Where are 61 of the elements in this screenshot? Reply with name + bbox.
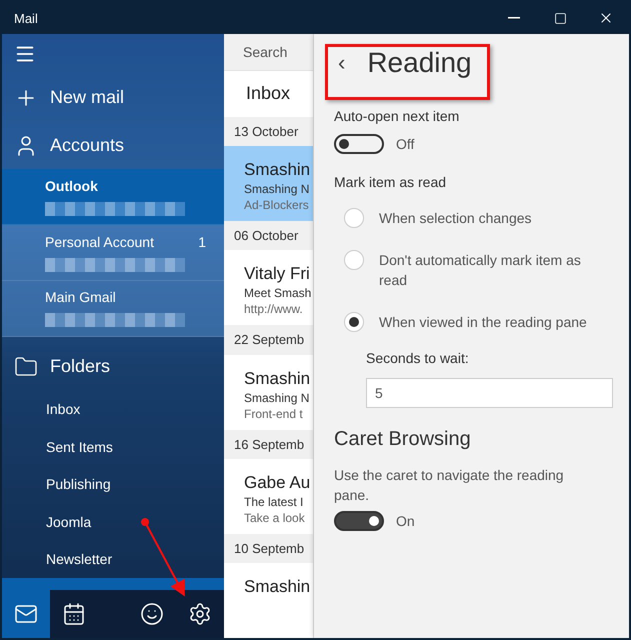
date-header: 06 October xyxy=(224,220,313,250)
message-sender: Smashin xyxy=(244,160,312,180)
mail-button[interactable] xyxy=(2,590,50,638)
message-sender: Gabe Au xyxy=(244,472,312,493)
smiley-icon xyxy=(140,602,164,626)
setting-label: Mark item as read xyxy=(334,174,448,190)
minimize-icon xyxy=(508,17,520,19)
toggle-switch[interactable] xyxy=(334,134,384,154)
settings-icon xyxy=(188,602,212,626)
message-sender: Vitaly Fri xyxy=(244,264,311,284)
message-sender: Smashin xyxy=(244,577,312,598)
folder-title: Inbox xyxy=(245,82,292,106)
panel-title: Reading xyxy=(367,47,472,79)
date-header: 10 Septemb xyxy=(224,534,313,564)
message-preview: Take a look xyxy=(244,510,306,525)
window-title: Mail xyxy=(14,10,39,26)
search-field[interactable]: Search xyxy=(224,34,313,72)
message-preview: Front-end t xyxy=(244,406,304,421)
unread-count: 1 xyxy=(198,234,206,250)
date-header: 16 Septemb xyxy=(224,430,313,459)
maximize-icon xyxy=(554,12,566,24)
message-subject: Smashing N xyxy=(244,182,310,196)
toggle-state: On xyxy=(396,513,415,529)
date-header: 22 Septemb xyxy=(224,325,313,355)
section-heading: Caret Browsing xyxy=(334,428,472,451)
radio-button[interactable] xyxy=(344,250,364,270)
account-item[interactable]: Outlook xyxy=(2,169,224,226)
calendar-icon xyxy=(62,602,86,626)
radio-label: When selection changes xyxy=(379,209,532,228)
radio-label: When viewed in the reading pane xyxy=(379,313,587,332)
folder-item[interactable]: Inbox xyxy=(2,390,224,428)
folder-item[interactable]: Newsletter xyxy=(2,540,224,578)
account-item[interactable]: Personal Account 1 xyxy=(2,225,224,281)
message-preview: Ad-Blockers xyxy=(244,198,310,212)
date-header: 13 October xyxy=(224,116,313,146)
toggle-state: Off xyxy=(396,136,414,152)
message-subject: Smashing N xyxy=(244,390,310,405)
account-name: Outlook xyxy=(45,178,98,194)
radio-button[interactable] xyxy=(344,312,364,332)
folders-label: Folders xyxy=(50,356,110,378)
setting-label: Auto-open next item xyxy=(334,108,460,124)
folder-item[interactable]: Joomla xyxy=(2,503,224,541)
message-subject: Meet Smash xyxy=(244,286,312,300)
account-name: Personal Account xyxy=(45,234,154,250)
folder-item[interactable]: Publishing xyxy=(2,466,224,504)
folder-item[interactable]: Sent Items xyxy=(2,428,224,466)
message-sender: Smashin xyxy=(244,368,312,389)
message-preview: http://www. xyxy=(244,302,304,316)
message-subject: The latest I xyxy=(244,494,304,509)
field-label: Seconds to wait: xyxy=(366,350,470,366)
accounts-label: Accounts xyxy=(50,135,124,156)
radio-label: Don't automatically mark item as read xyxy=(379,251,582,290)
setting-description: Use the caret to navigate the reading pane. xyxy=(334,466,565,505)
account-name: Main Gmail xyxy=(45,289,116,306)
account-item[interactable]: Main Gmail xyxy=(2,280,224,337)
message-item[interactable]: Smashin Smashing N Ad-Blockers xyxy=(224,146,313,221)
new-mail-button[interactable]: New mail xyxy=(2,74,224,122)
input-field[interactable]: 5 xyxy=(366,378,613,408)
toggle-switch[interactable] xyxy=(334,511,384,531)
radio-button[interactable] xyxy=(344,208,364,228)
back-button[interactable]: ‹ xyxy=(338,50,346,76)
